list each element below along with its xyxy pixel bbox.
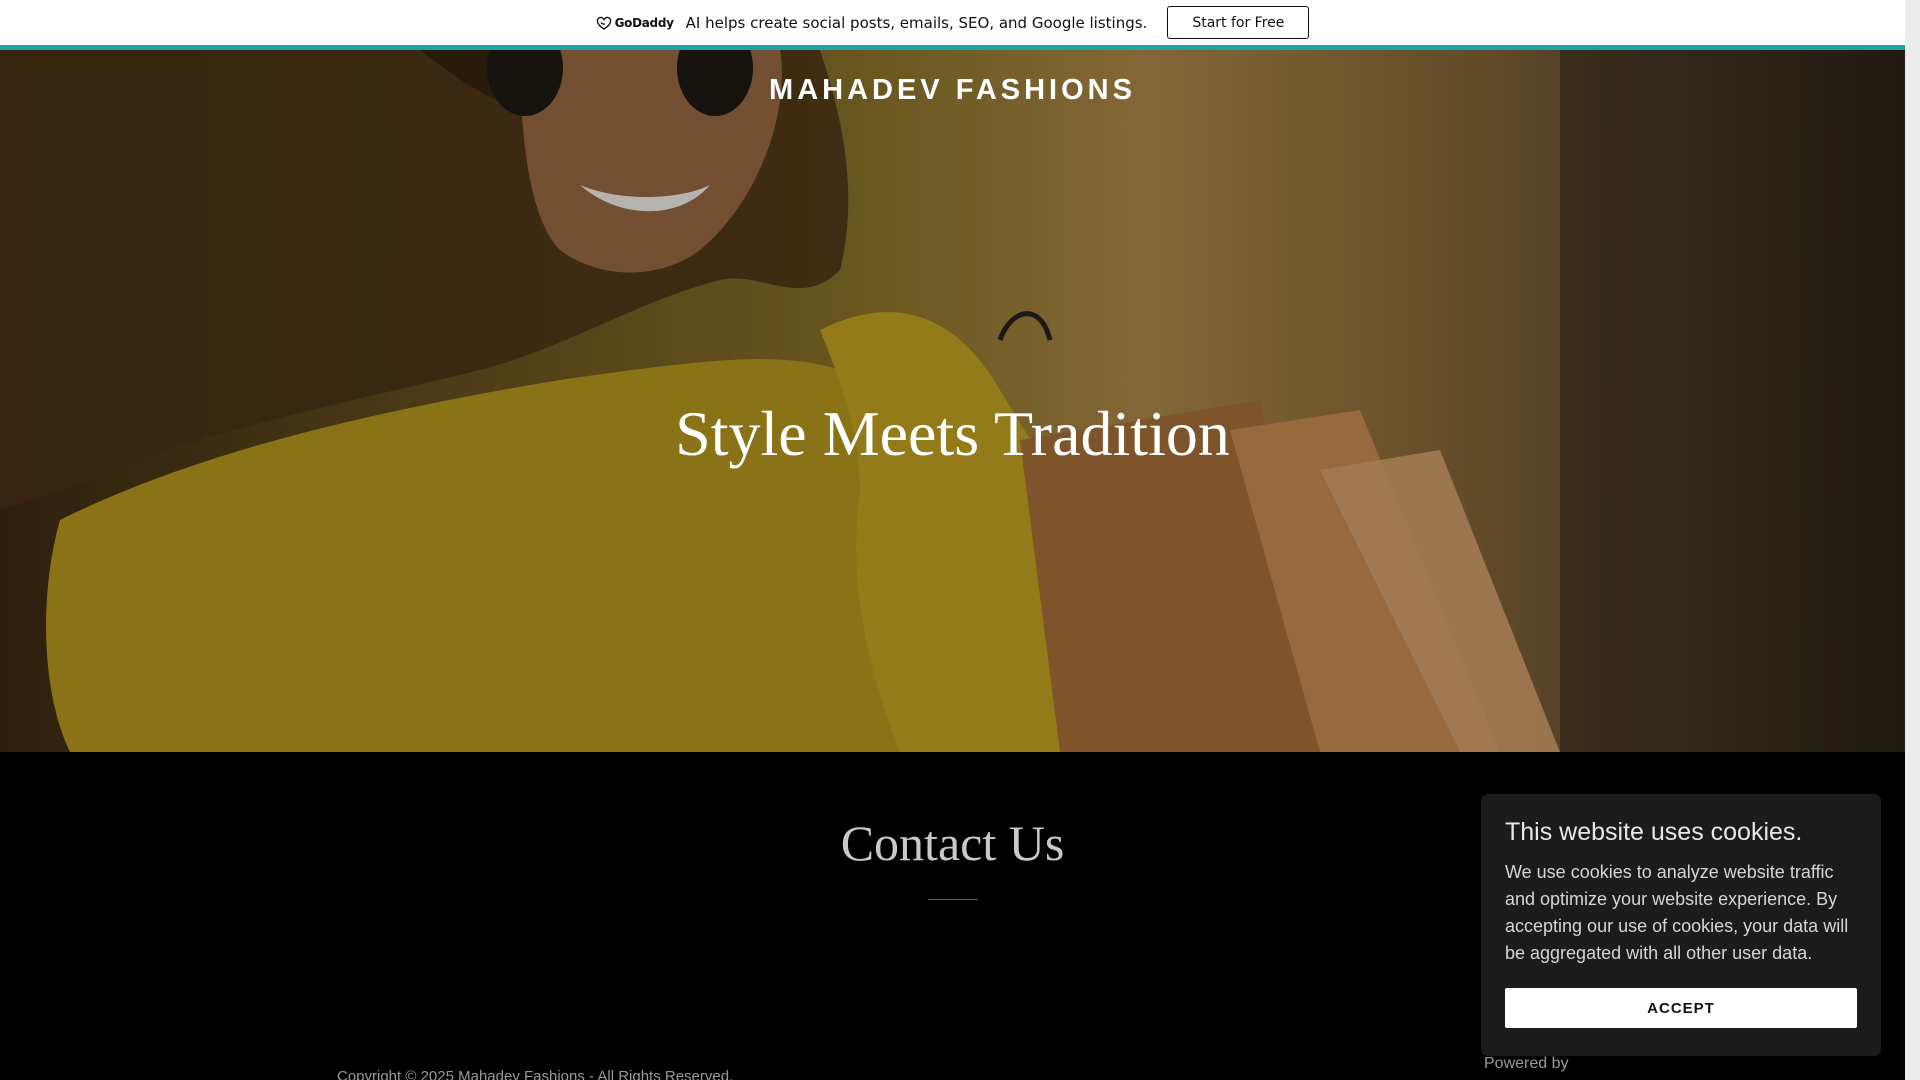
godaddy-logo-text: GoDaddy bbox=[614, 15, 674, 30]
site-title[interactable]: MAHADEV FASHIONS bbox=[0, 74, 1905, 107]
promo-bar: GoDaddy AI helps create social posts, em… bbox=[0, 0, 1905, 45]
promo-message: AI helps create social posts, emails, SE… bbox=[685, 13, 1148, 32]
godaddy-logo[interactable]: GoDaddy bbox=[596, 16, 674, 30]
copyright-text: Copyright © 2025 Mahadev Fashions - All … bbox=[337, 1068, 734, 1080]
heading-divider bbox=[928, 899, 978, 900]
cookie-banner-body: We use cookies to analyze website traffi… bbox=[1505, 862, 1849, 963]
accept-cookies-button[interactable]: ACCEPT bbox=[1505, 988, 1857, 1028]
start-for-free-button[interactable]: Start for Free bbox=[1167, 6, 1310, 39]
godaddy-icon bbox=[596, 16, 611, 30]
cookie-banner: This website uses cookies. We use cookie… bbox=[1481, 794, 1881, 1056]
page: GoDaddy AI helps create social posts, em… bbox=[0, 0, 1920, 1080]
powered-by-text: Powered by bbox=[1484, 1055, 1569, 1072]
hero-section: MAHADEV FASHIONS Style Meets Tradition bbox=[0, 50, 1905, 752]
page-scrollbar[interactable] bbox=[1905, 0, 1920, 1080]
hero-tagline: Style Meets Tradition bbox=[675, 398, 1230, 469]
cookie-banner-title: This website uses cookies. bbox=[1505, 818, 1803, 846]
